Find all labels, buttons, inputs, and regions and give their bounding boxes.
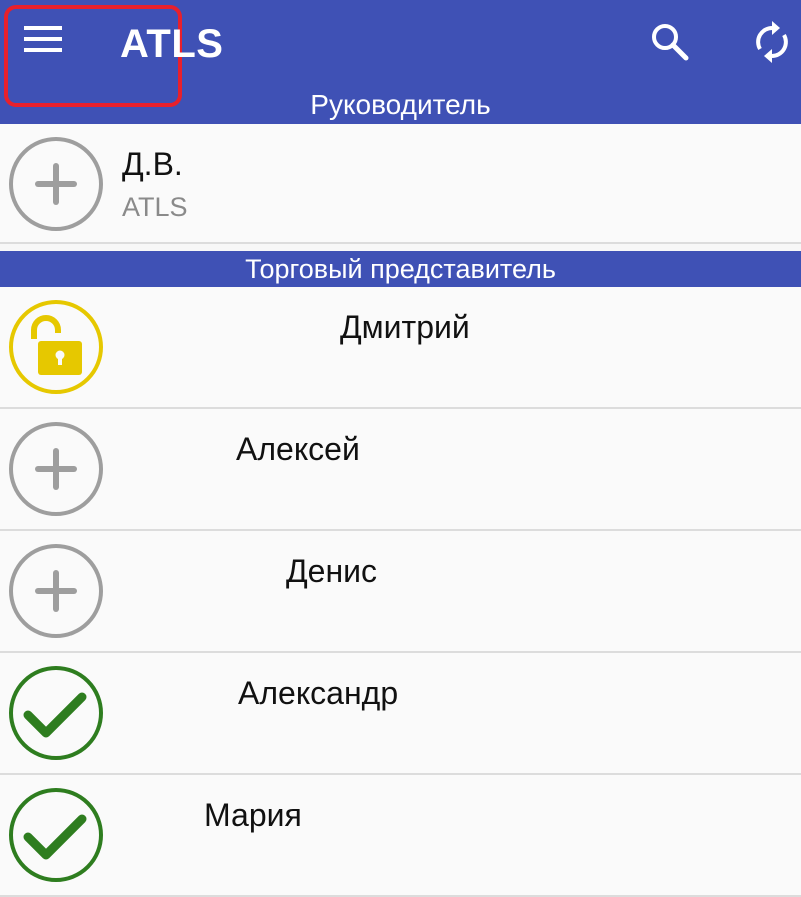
rep-name: Денис [286, 553, 378, 589]
section-header: Торговый представитель [0, 251, 801, 287]
unlocked-lock-icon[interactable] [8, 299, 104, 395]
list-item[interactable]: Денис [0, 531, 801, 653]
list-item[interactable]: Мария [0, 775, 801, 897]
search-icon[interactable] [648, 20, 692, 64]
rep-name: Мария [204, 797, 302, 833]
list-item[interactable]: Алексей [0, 409, 801, 531]
hamburger-menu-icon[interactable] [22, 22, 78, 62]
add-icon[interactable] [8, 421, 104, 517]
checkmark-icon[interactable] [8, 665, 104, 761]
role-subtitle: Руководитель [310, 89, 491, 120]
app-bar: ATLS Руководитель [0, 0, 801, 124]
manager-row[interactable]: Д.В. ATLS [0, 124, 801, 244]
rep-name: Дмитрий [340, 309, 470, 345]
checkmark-icon[interactable] [8, 787, 104, 883]
add-icon[interactable] [8, 543, 104, 639]
rep-name: Александр [238, 675, 399, 711]
sync-icon[interactable] [750, 20, 794, 64]
sales-rep-list: Дмитрий Алексей Денис Александр Мария [0, 287, 801, 897]
app-title: ATLS [120, 22, 224, 66]
list-item[interactable]: Александр [0, 653, 801, 775]
add-icon[interactable] [8, 136, 104, 232]
rep-name: Алексей [236, 431, 360, 467]
list-item[interactable]: Дмитрий [0, 287, 801, 409]
manager-company: ATLS [122, 192, 188, 222]
manager-name: Д.В. [122, 146, 183, 182]
